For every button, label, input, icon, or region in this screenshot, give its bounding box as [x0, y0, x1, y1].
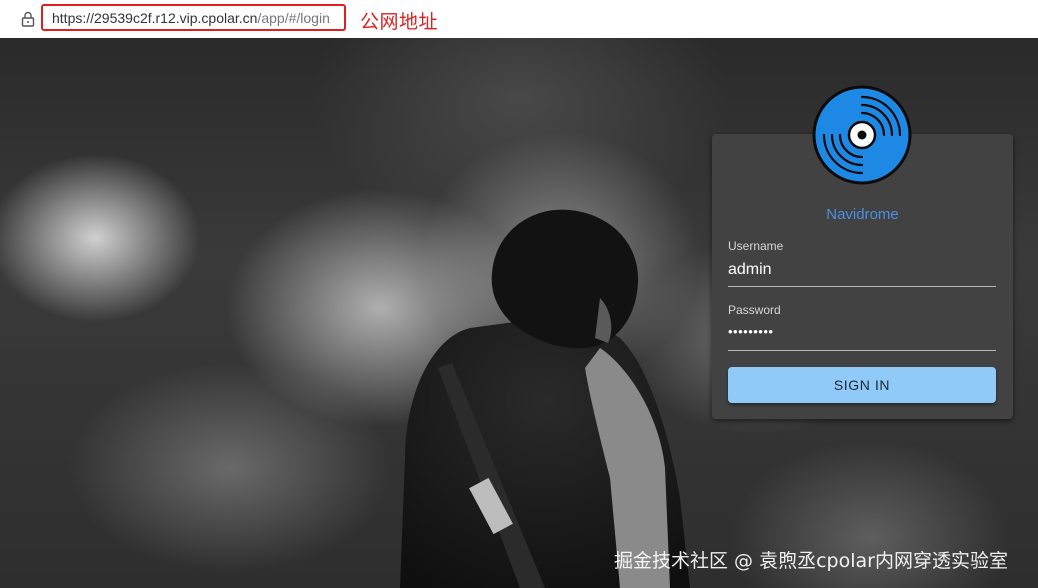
url-host: https://29539c2f.r12.vip.cpolar.cn: [52, 9, 258, 26]
password-input[interactable]: •••••••••: [728, 324, 773, 339]
sign-in-button[interactable]: SIGN IN: [728, 367, 996, 403]
password-label: Password: [728, 303, 781, 317]
username-underline: [728, 286, 996, 287]
vinyl-record-icon: [812, 85, 912, 185]
password-underline: [728, 350, 996, 351]
lock-icon[interactable]: [21, 11, 35, 27]
username-input[interactable]: admin: [728, 261, 772, 279]
url-path: /app/#/login: [257, 9, 330, 26]
browser-address-bar: https://29539c2f.r12.vip.cpolar.cn/app/#…: [0, 0, 1038, 39]
public-address-annotation: 公网地址: [360, 11, 439, 33]
watermark: 掘金技术社区 @ 袁煦丞cpolar内网穿透实验室: [614, 550, 1008, 572]
app-name: Navidrome: [826, 206, 899, 223]
url-field[interactable]: https://29539c2f.r12.vip.cpolar.cn/app/#…: [41, 4, 346, 31]
username-label: Username: [728, 239, 784, 253]
